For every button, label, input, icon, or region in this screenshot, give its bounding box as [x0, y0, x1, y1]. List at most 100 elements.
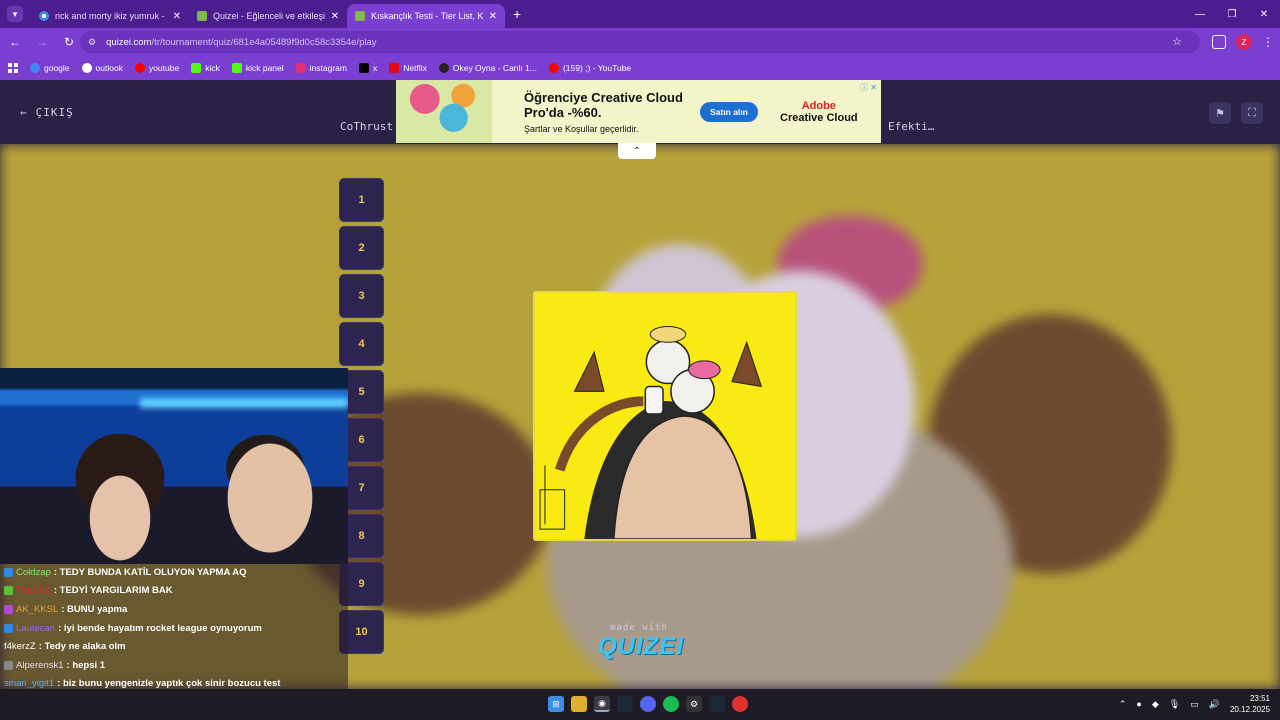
bookmark-label: google [44, 63, 70, 73]
ad-collapse-button[interactable]: ⌃ [618, 143, 656, 159]
made-with-quizei[interactable]: made with QUIZEI [598, 623, 683, 661]
new-tab-button[interactable]: + [513, 6, 521, 22]
chat-username: sinan_yigit1 [4, 678, 55, 690]
bookmark-label: kick panel [245, 63, 284, 73]
chat-text: : TEDY BUNDA KATİL OLUYON YAPMA AQ [53, 566, 247, 578]
spotify-icon[interactable] [663, 696, 679, 712]
close-tab-icon[interactable]: ✕ [489, 11, 497, 22]
bookmark-label: youtube [148, 63, 180, 73]
rank-slot[interactable]: 2 [340, 227, 383, 269]
settings-icon[interactable]: ⚙ [686, 696, 702, 712]
ad-banner[interactable]: Öğrenciye Creative Cloud Pro'da -%60. Şa… [396, 80, 881, 143]
ad-buy-button[interactable]: Satın alın [700, 101, 758, 122]
bookmark-label: outlook [95, 63, 123, 73]
chat-text: : TEDYİ YARGILARIM BAK [53, 585, 173, 597]
bookmark-youtube[interactable]: youtube [134, 63, 180, 73]
bookmark-label: kick [205, 63, 220, 73]
reload-icon[interactable]: ↻ [57, 30, 81, 54]
close-tab-icon[interactable]: ✕ [331, 11, 339, 22]
minimize-icon[interactable]: — [1184, 0, 1216, 28]
extensions-icon[interactable] [1212, 35, 1226, 49]
bookmark-star-icon[interactable]: ☆ [1172, 35, 1182, 48]
speaker-icon[interactable]: 🔊 [1209, 699, 1220, 710]
restore-icon[interactable]: ❐ [1216, 0, 1248, 28]
google-icon [30, 63, 40, 73]
menu-icon[interactable]: ⋮ [1262, 35, 1274, 49]
clock[interactable]: 23:51 20.12.2025 [1230, 693, 1270, 715]
url-host: quizei.com [106, 36, 152, 48]
forward-icon[interactable]: → [30, 30, 54, 54]
file-explorer-icon[interactable] [571, 696, 587, 712]
steam-icon[interactable] [617, 696, 633, 712]
browser-tab-active[interactable]: Kıskançlık Testi - Tier List, Kör S ✕ [347, 4, 505, 28]
url-input[interactable]: ⚙ quizei.com/tr/tournament/quiz/681e4a05… [80, 31, 1200, 53]
clock-date: 20.12.2025 [1229, 705, 1270, 714]
discord-icon[interactable] [640, 696, 656, 712]
rank-slot[interactable]: 4 [340, 323, 383, 365]
chat-message: f4kerzZ : Tedy ne alaka olm [4, 637, 344, 656]
chat-text: : iyi bende hayatım rocket league oynuyo… [58, 622, 262, 634]
bookmark-okey[interactable]: Okey Oyna - Canlı 1... [438, 63, 537, 73]
chat-message: Coldzap : TEDY BUNDA KATİL OLUYON YAPMA … [4, 563, 344, 582]
bookmark-google[interactable]: google [30, 63, 70, 73]
tab-search-button[interactable]: ▾ [7, 6, 23, 22]
browser-tab-bar: ▾ rick and morty ikiz yumruk - Go ✕ Quiz… [0, 0, 1280, 28]
bookmark-youtube-2[interactable]: (159) ;) - YouTube [548, 63, 632, 73]
rank-slot[interactable]: 3 [340, 275, 383, 317]
steam-icon[interactable]: ◆ [1152, 699, 1159, 710]
instagram-icon [295, 63, 306, 73]
made-with-label: made with [610, 623, 668, 633]
chrome-icon[interactable]: ◉ [594, 696, 610, 712]
chat-badge-icon [4, 660, 13, 670]
fullscreen-icon[interactable]: ⛶ [1241, 102, 1263, 124]
led-light-strip [140, 398, 348, 408]
url-path: /tr/tournament/quiz/681e4a05489f9d0c58c3… [151, 36, 377, 48]
chat-badge-icon [4, 623, 13, 633]
bookmark-outlook[interactable]: outlook [81, 63, 123, 73]
chevron-up-icon[interactable]: ⌃ [1119, 699, 1127, 710]
clock-time: 23:51 [1249, 694, 1270, 703]
browser-tab[interactable]: Quizei - Eğlenceli ve etkileşimli ✕ [189, 4, 347, 28]
network-icon[interactable]: ▭ [1190, 699, 1199, 710]
chat-text: : Tedy ne alaka olm [38, 641, 126, 653]
close-window-icon[interactable]: ✕ [1248, 0, 1280, 28]
chat-message: Alperensk1 : hepsi 1 [4, 656, 344, 675]
stream-chat: Coldzap : TEDY BUNDA KATİL OLUYON YAPMA … [0, 563, 348, 689]
chat-badge-icon [4, 604, 13, 614]
bookmark-x[interactable]: x [358, 63, 377, 73]
tab-title: Quizei - Eğlenceli ve etkileşimli [213, 11, 325, 21]
ad-info-icon[interactable]: ⓘ ✕ [860, 82, 877, 93]
exit-button[interactable]: ← ÇIKIŞ [20, 106, 74, 119]
screen: ▾ rick and morty ikiz yumruk - Go ✕ Quiz… [0, 0, 1280, 720]
flag-icon[interactable]: ⚑ [1209, 102, 1231, 124]
kick-icon [191, 63, 202, 73]
bookmark-label: (159) ;) - YouTube [562, 63, 632, 73]
bookmark-label: Netflix [403, 63, 427, 73]
chat-message: Lautecan : iyi bende hayatım rocket leag… [4, 619, 344, 638]
bookmark-kick[interactable]: kick [191, 63, 220, 73]
chat-username: TheEAZ [16, 585, 51, 597]
quiz-item-card[interactable] [533, 291, 797, 541]
bookmark-kick-panel[interactable]: kick panel [231, 63, 284, 73]
rank-slot[interactable]: 1 [340, 179, 383, 221]
chat-username: Alperensk1 [16, 659, 64, 671]
steam-icon[interactable] [709, 696, 725, 712]
chat-message: TheEAZ : TEDYİ YARGILARIM BAK [4, 582, 344, 601]
ad-brand: Adobe Creative Cloud [780, 100, 858, 124]
microphone-icon[interactable]: 🎙 [1169, 699, 1180, 710]
window-controls: — ❐ ✕ [1184, 0, 1280, 28]
profile-avatar[interactable]: Z [1236, 34, 1252, 50]
bookmark-netflix[interactable]: Netflix [389, 63, 427, 73]
windows-start-icon[interactable]: ⊞ [548, 696, 564, 712]
site-info-icon[interactable]: ⚙ [88, 37, 96, 48]
chat-text: : hepsi 1 [66, 659, 106, 671]
tray-app-icon[interactable]: ● [1136, 699, 1141, 709]
bookmark-instagram[interactable]: instagram [295, 63, 347, 73]
apps-icon[interactable] [8, 63, 18, 73]
recording-app-icon[interactable] [732, 696, 748, 712]
youtube-icon [134, 63, 145, 73]
back-icon[interactable]: ← [3, 30, 27, 54]
close-tab-icon[interactable]: ✕ [173, 11, 181, 22]
browser-tab[interactable]: rick and morty ikiz yumruk - Go ✕ [31, 4, 189, 28]
ad-subline: Şartlar ve Koşullar geçerlidir. [524, 123, 639, 134]
